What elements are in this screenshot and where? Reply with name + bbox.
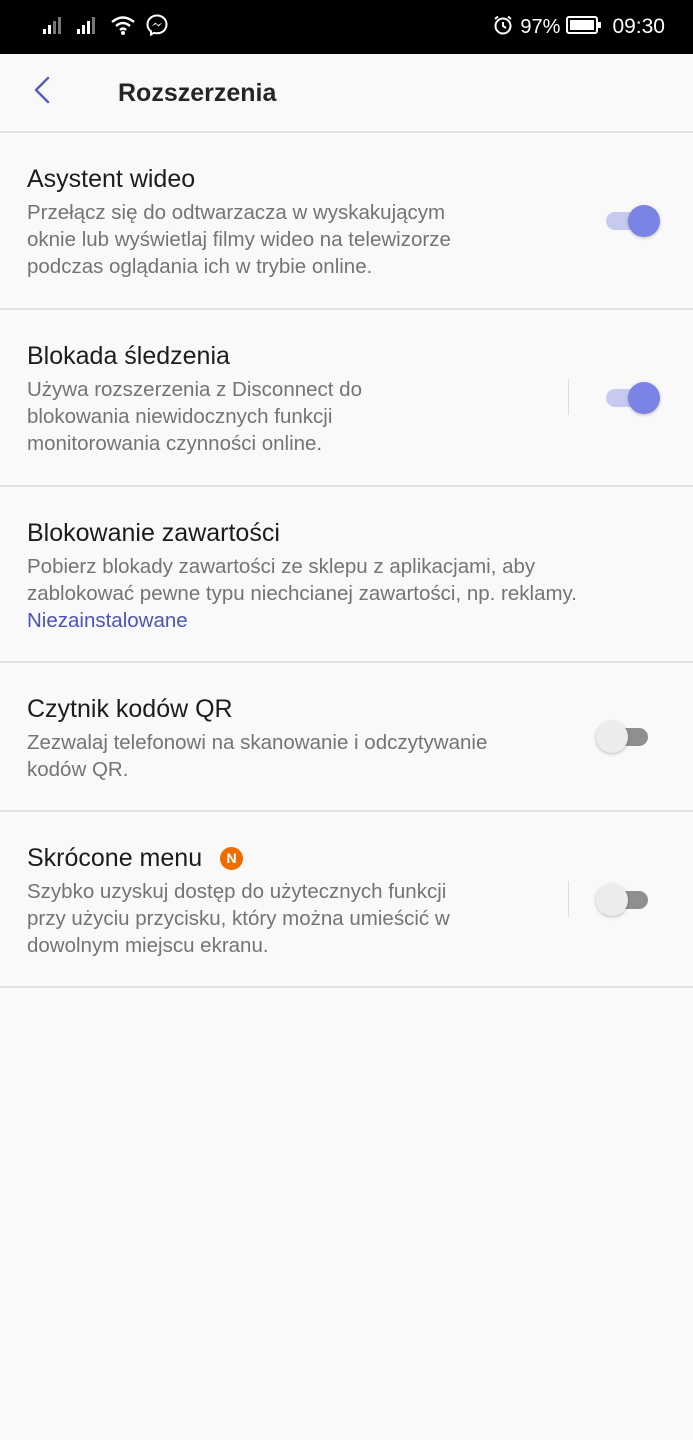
clock: 09:30: [612, 15, 665, 38]
page-title: Rozszerzenia: [118, 79, 277, 107]
setting-title: Blokowanie zawartości: [27, 519, 280, 547]
new-badge: N: [220, 846, 244, 870]
messenger-icon: [146, 13, 168, 41]
setting-quick-menu[interactable]: Skrócone menu N Szybko uzyskuj dostęp do…: [0, 812, 693, 986]
setting-title: Blokada śledzenia: [27, 342, 230, 370]
status-icons-left: [42, 13, 168, 41]
setting-video-assistant[interactable]: Asystent wideo Przełącz się do odtwarzac…: [0, 133, 693, 308]
vertical-separator: [568, 379, 569, 415]
setting-title: Asystent wideo: [27, 165, 196, 193]
setting-description: Używa rozszerzenia z Disconnect do bloko…: [27, 378, 362, 455]
status-bar: 97% 09:30: [0, 0, 693, 54]
alarm-icon: [492, 14, 514, 41]
divider: [0, 986, 693, 988]
wifi-icon: [110, 14, 136, 41]
setting-content-blocking[interactable]: Blokowanie zawartości Pobierz blokady za…: [0, 487, 693, 661]
status-icons-right: 97% 09:30: [492, 13, 665, 41]
app-bar: Rozszerzenia: [0, 54, 693, 132]
setting-description: Pobierz blokady zawartości ze sklepu z a…: [27, 555, 577, 605]
battery-percent: 97%: [520, 16, 561, 38]
settings-list: Asystent wideo Przełącz się do odtwarzac…: [0, 131, 693, 988]
setting-title: Skrócone menu N: [27, 843, 450, 873]
video-assistant-toggle[interactable]: [596, 203, 660, 239]
signal-icon: [42, 15, 66, 40]
tracking-block-toggle[interactable]: [596, 380, 660, 416]
setting-description: Zezwalaj telefonowi na skanowanie i odcz…: [27, 731, 488, 781]
setting-description: Szybko uzyskuj dostęp do użytecznych fun…: [27, 880, 450, 957]
setting-tracking-block[interactable]: Blokada śledzenia Używa rozszerzenia z D…: [0, 310, 693, 485]
battery-icon: [566, 15, 602, 40]
quick-menu-toggle[interactable]: [596, 882, 652, 918]
back-arrow-icon: [32, 75, 52, 110]
setting-title: Czytnik kodów QR: [27, 695, 233, 723]
install-status: Niezainstalowane: [27, 609, 188, 632]
qr-reader-toggle[interactable]: [596, 719, 652, 755]
setting-qr-reader[interactable]: Czytnik kodów QR Zezwalaj telefonowi na …: [0, 663, 693, 810]
back-button[interactable]: [22, 72, 62, 112]
setting-description: Przełącz się do odtwarzacza w wyskakując…: [27, 201, 451, 278]
vertical-separator: [568, 881, 569, 917]
signal-icon-2: [76, 15, 100, 40]
